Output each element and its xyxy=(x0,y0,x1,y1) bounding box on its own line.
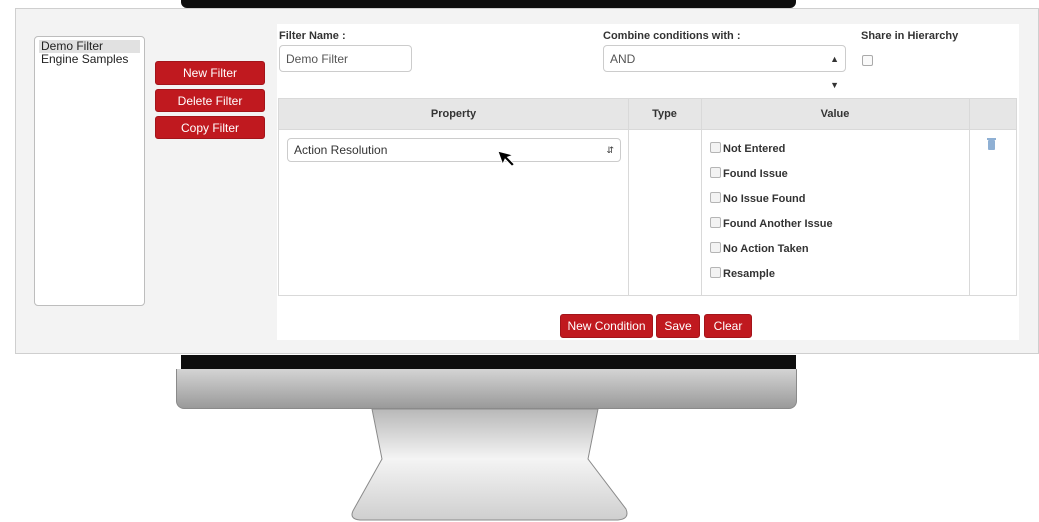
column-divider xyxy=(969,99,970,295)
value-checkbox[interactable] xyxy=(710,242,721,253)
value-option-label: Not Entered xyxy=(723,143,786,155)
column-divider xyxy=(628,99,629,295)
monitor-bezel-bottom xyxy=(181,355,796,369)
trash-icon[interactable] xyxy=(987,138,996,150)
value-option-label: No Action Taken xyxy=(723,243,809,255)
value-option[interactable]: Not Entered xyxy=(710,142,785,156)
combine-conditions-select[interactable]: AND ▲ ▼ xyxy=(603,45,846,90)
share-hierarchy-checkbox[interactable] xyxy=(862,55,873,66)
monitor-chin xyxy=(176,369,797,409)
value-option[interactable]: No Issue Found xyxy=(710,192,806,206)
mouse-cursor-icon xyxy=(497,150,516,167)
combine-conditions-value: AND xyxy=(610,52,636,66)
value-option-label: Found Issue xyxy=(723,168,788,180)
value-option-label: No Issue Found xyxy=(723,193,806,205)
value-checkbox[interactable] xyxy=(710,142,721,153)
monitor-bezel-top xyxy=(181,0,796,8)
header-property: Property xyxy=(430,108,477,120)
property-select[interactable]: Action Resolution ⇵ xyxy=(287,138,621,162)
header-type: Type xyxy=(652,108,677,120)
value-option[interactable]: Found Another Issue xyxy=(710,217,833,231)
filter-name-input[interactable]: Demo Filter xyxy=(279,45,412,72)
filter-name-label: Filter Name : xyxy=(279,30,346,42)
select-arrow-icon: ▲ ▼ xyxy=(830,54,839,90)
column-divider xyxy=(701,99,702,295)
conditions-table-header: Property Type Value xyxy=(279,99,1016,129)
value-option[interactable]: Found Issue xyxy=(710,167,788,181)
delete-filter-button[interactable]: Delete Filter xyxy=(155,89,265,112)
copy-filter-button[interactable]: Copy Filter xyxy=(155,116,265,139)
property-select-value: Action Resolution xyxy=(294,143,388,157)
header-divider xyxy=(279,129,1016,130)
filter-list[interactable]: Demo Filter Engine Samples xyxy=(34,36,145,306)
new-condition-button[interactable]: New Condition xyxy=(560,314,653,338)
value-option-label: Resample xyxy=(723,268,775,280)
combine-conditions-label: Combine conditions with : xyxy=(603,30,741,42)
value-checkbox[interactable] xyxy=(710,267,721,278)
value-checkbox[interactable] xyxy=(710,167,721,178)
conditions-table: Property Type Value Action Resolution ⇵ … xyxy=(278,98,1017,296)
filter-list-item-engine[interactable]: Engine Samples xyxy=(39,53,140,66)
monitor-stand xyxy=(351,409,628,521)
value-option[interactable]: No Action Taken xyxy=(710,242,809,256)
share-hierarchy-label: Share in Hierarchy xyxy=(861,30,959,42)
value-checkbox[interactable] xyxy=(710,192,721,203)
value-option[interactable]: Resample xyxy=(710,267,775,281)
save-button[interactable]: Save xyxy=(656,314,700,338)
value-option-label: Found Another Issue xyxy=(723,218,833,230)
clear-button[interactable]: Clear xyxy=(704,314,752,338)
select-arrow-icon: ⇵ xyxy=(606,145,614,155)
value-checkbox[interactable] xyxy=(710,217,721,228)
new-filter-button[interactable]: New Filter xyxy=(155,61,265,85)
header-value: Value xyxy=(820,108,850,120)
